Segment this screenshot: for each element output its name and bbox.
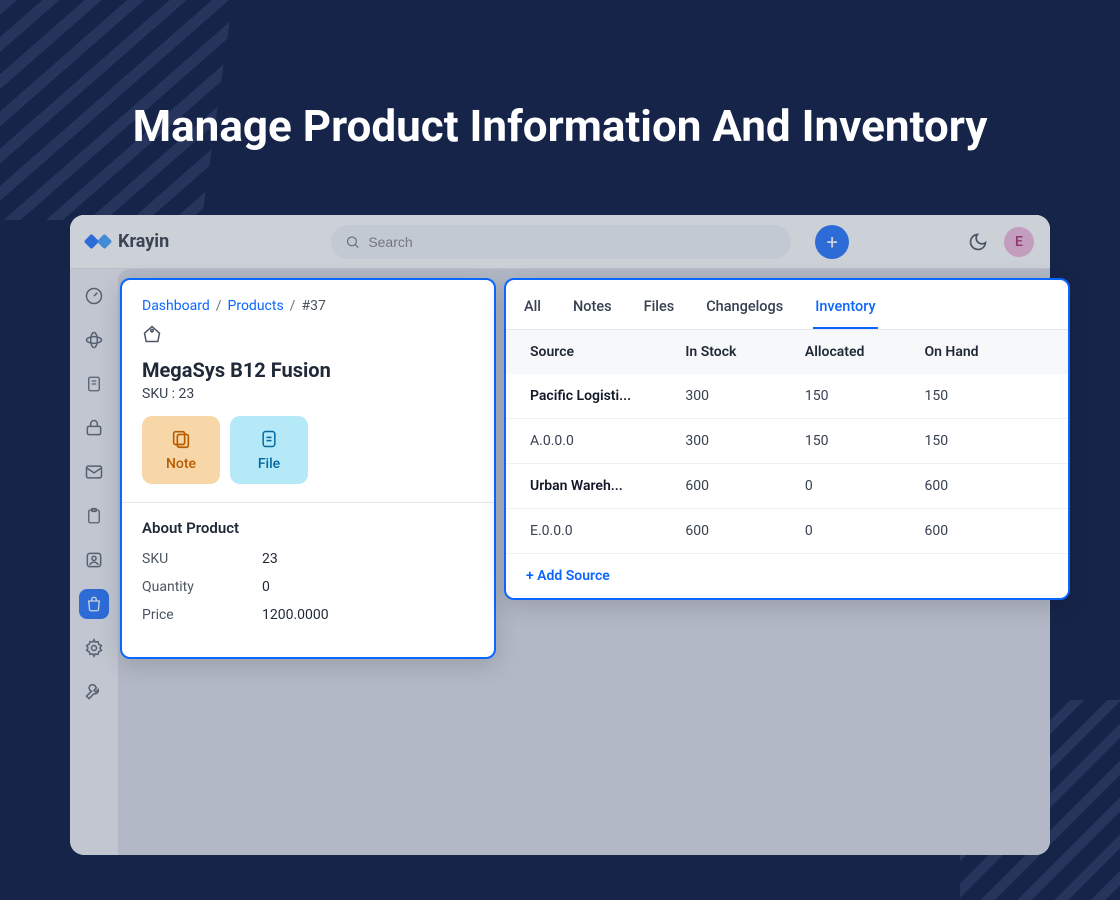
sidebar-item-settings[interactable] (79, 633, 109, 663)
breadcrumb-products[interactable]: Products (228, 298, 284, 314)
file-icon (259, 428, 279, 450)
cell-in-stock: 300 (685, 388, 805, 404)
table-row[interactable]: Urban Wareh...6000600 (506, 464, 1068, 509)
sidebar-item-dashboard[interactable] (79, 281, 109, 311)
page-hero-title: Manage Product Information And Inventory (0, 0, 1120, 152)
add-source-button[interactable]: + Add Source (506, 554, 1068, 598)
tab-changelogs[interactable]: Changelogs (704, 292, 785, 329)
tab-all[interactable]: All (522, 292, 543, 329)
note-icon (85, 374, 103, 394)
col-on-hand: On Hand (924, 344, 1044, 360)
sidebar-item-quotes[interactable] (79, 369, 109, 399)
product-title: MegaSys B12 Fusion (142, 358, 474, 382)
clipboard-icon (85, 506, 103, 526)
cell-allocated: 150 (805, 388, 925, 404)
inventory-table: Source In Stock Allocated On Hand Pacifi… (506, 330, 1068, 554)
cell-allocated: 0 (805, 523, 925, 539)
sidebar-item-contacts[interactable] (79, 545, 109, 575)
moon-icon (968, 232, 988, 252)
tab-inventory[interactable]: Inventory (813, 292, 877, 329)
col-allocated: Allocated (805, 344, 925, 360)
file-button[interactable]: File (230, 416, 308, 484)
cell-allocated: 0 (805, 478, 925, 494)
envelope-icon (84, 462, 104, 482)
contact-icon (84, 550, 104, 570)
notes-icon (170, 428, 192, 450)
breadcrumb: Dashboard/ Products/ #37 (142, 298, 474, 314)
tab-notes[interactable]: Notes (571, 292, 614, 329)
search-box[interactable] (331, 225, 791, 259)
bag-icon (85, 595, 103, 613)
product-sku-line: SKU : 23 (142, 386, 474, 402)
table-row[interactable]: Pacific Logisti...300150150 (506, 374, 1068, 419)
atom-icon (84, 330, 104, 350)
avatar[interactable]: E (1004, 227, 1034, 257)
cell-source: E.0.0.0 (530, 523, 685, 539)
lock-icon (84, 418, 104, 438)
add-button[interactable]: + (815, 225, 849, 259)
cell-in-stock: 600 (685, 523, 805, 539)
sidebar (70, 269, 118, 855)
detail-tabs: All Notes Files Changelogs Inventory (506, 280, 1068, 330)
breadcrumb-dashboard[interactable]: Dashboard (142, 298, 210, 314)
col-source: Source (530, 344, 685, 360)
sidebar-item-mail[interactable] (79, 413, 109, 443)
sidebar-item-leads[interactable] (79, 325, 109, 355)
about-product-heading: About Product (142, 519, 474, 537)
cell-source: A.0.0.0 (530, 433, 685, 449)
product-detail-card: Dashboard/ Products/ #37 MegaSys B12 Fus… (120, 278, 496, 659)
brand-name: Krayin (118, 231, 169, 252)
cell-on-hand: 150 (924, 433, 1044, 449)
note-button[interactable]: Note (142, 416, 220, 484)
table-row[interactable]: A.0.0.0300150150 (506, 419, 1068, 464)
tag-icon (142, 324, 162, 344)
inventory-card: All Notes Files Changelogs Inventory Sou… (504, 278, 1070, 600)
label-price: Price (142, 607, 262, 623)
cell-on-hand: 600 (924, 478, 1044, 494)
search-icon (345, 234, 360, 250)
col-in-stock: In Stock (685, 344, 805, 360)
sidebar-item-activities[interactable] (79, 501, 109, 531)
sidebar-item-products[interactable] (79, 589, 109, 619)
label-quantity: Quantity (142, 579, 262, 595)
table-row[interactable]: E.0.0.06000600 (506, 509, 1068, 554)
brand[interactable]: Krayin (86, 231, 169, 252)
gear-icon (84, 638, 104, 658)
cell-on-hand: 600 (924, 523, 1044, 539)
sidebar-item-inbox[interactable] (79, 457, 109, 487)
cell-in-stock: 600 (685, 478, 805, 494)
topbar: Krayin + E (70, 215, 1050, 269)
gauge-icon (84, 286, 104, 306)
cell-source: Urban Wareh... (530, 478, 685, 494)
value-price: 1200.0000 (262, 607, 329, 623)
breadcrumb-current: #37 (301, 298, 325, 314)
value-quantity: 0 (262, 579, 270, 595)
tab-files[interactable]: Files (642, 292, 677, 329)
table-header: Source In Stock Allocated On Hand (506, 330, 1068, 374)
cell-on-hand: 150 (924, 388, 1044, 404)
wrench-icon (84, 682, 104, 702)
label-sku: SKU (142, 551, 262, 567)
theme-toggle[interactable] (968, 232, 988, 252)
cell-in-stock: 300 (685, 433, 805, 449)
value-sku: 23 (262, 551, 278, 567)
sidebar-item-config[interactable] (79, 677, 109, 707)
search-input[interactable] (368, 234, 777, 250)
cell-source: Pacific Logisti... (530, 388, 685, 404)
brand-logo-icon (86, 236, 110, 247)
cell-allocated: 150 (805, 433, 925, 449)
